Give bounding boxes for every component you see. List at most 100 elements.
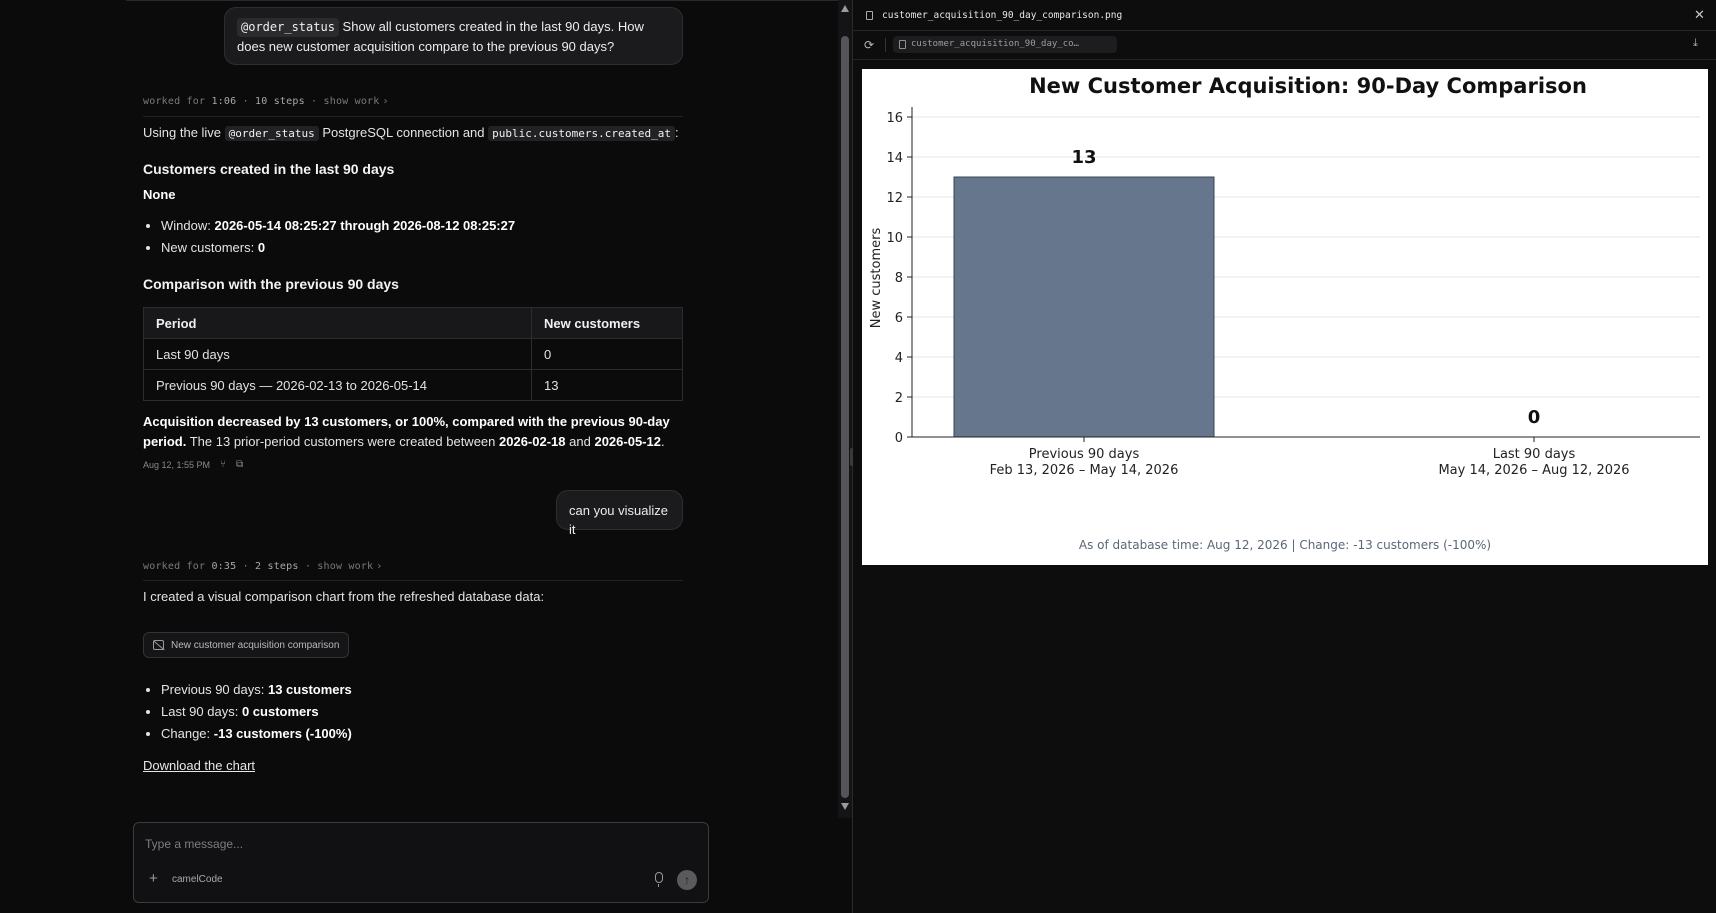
connection-mention[interactable]: @order_status <box>237 18 339 37</box>
send-button[interactable]: ↑ <box>677 870 697 890</box>
add-icon[interactable]: + <box>149 870 158 887</box>
summary-text: The 13 prior-period customers were creat… <box>189 434 496 449</box>
image-icon <box>153 640 164 650</box>
y-tick-label: 16 <box>886 111 903 126</box>
divider <box>143 580 683 581</box>
chart-intro: I created a visual comparison chart from… <box>143 589 545 604</box>
x-tick-label: May 14, 2026 – Aug 12, 2026 <box>1438 463 1629 478</box>
message-meta: Aug 12, 1:55 PM ⑂ ⧉ <box>143 459 243 470</box>
table-header: New customers <box>531 307 683 339</box>
scroll-down-icon[interactable] <box>841 803 849 810</box>
bullet-value: 0 <box>257 240 266 255</box>
x-tick-label: Previous 90 days <box>1029 447 1140 462</box>
chart-title: New Customer Acquisition: 90-Day Compari… <box>1029 74 1587 98</box>
worked-time: 0:35 <box>211 561 237 572</box>
bullet-value: 0 customers <box>241 704 319 719</box>
attachment-label: New customer acquisition comparison <box>171 639 340 651</box>
list-item: Change: -13 customers (-100%) <box>161 723 352 745</box>
list-item: Window: 2026-05-14 08:25:27 through 2026… <box>161 215 515 237</box>
list-item: Last 90 days: 0 customers <box>161 701 352 723</box>
show-work-label: show work <box>317 561 374 572</box>
copy-icon[interactable]: ⧉ <box>236 459 243 470</box>
chart-attachment[interactable]: New customer acquisition comparison <box>143 632 350 658</box>
table-row: Last 90 days 0 <box>143 338 683 370</box>
separator: · <box>304 561 312 572</box>
close-icon[interactable]: ✕ <box>1694 7 1705 23</box>
y-tick-label: 8 <box>895 271 903 286</box>
toolbar-separator <box>885 38 886 52</box>
bullet-value: 13 customers <box>267 682 352 697</box>
fork-icon[interactable]: ⑂ <box>220 459 226 470</box>
section-heading: Comparison with the previous 90 days <box>143 276 399 292</box>
show-work-button[interactable]: show work › <box>324 96 389 107</box>
y-tick-label: 6 <box>895 311 903 326</box>
bar-chart: New Customer Acquisition: 90-Day Compari… <box>869 74 1700 552</box>
summary-date: 2026-05-12 <box>594 434 661 449</box>
table-cell: 0 <box>531 338 683 370</box>
viewer-title-bar: customer_acquisition_90_day_comparison.p… <box>853 0 1716 31</box>
bullet-value: -13 customers (-100%) <box>213 726 352 741</box>
download-icon[interactable]: ⤓ <box>1693 37 1698 50</box>
y-tick-label: 2 <box>895 391 903 406</box>
table-header: Period <box>143 307 532 339</box>
table-row: Previous 90 days — 2026-02-13 to 2026-05… <box>143 369 683 401</box>
assistant-intro: Using the live @order_status PostgreSQL … <box>143 125 679 141</box>
bullet-value: 2026-05-14 08:25:27 through 2026-08-12 0… <box>214 218 516 233</box>
viewer-filename: customer_acquisition_90_day_comparison.p… <box>882 10 1123 21</box>
bullet-label: New customers: <box>161 240 255 255</box>
bullet-label: Previous 90 days: <box>161 682 265 697</box>
worked-time: 1:06 <box>211 96 237 107</box>
summary-text: and <box>569 434 591 449</box>
user-message: @order_status Show all customers created… <box>224 7 683 65</box>
intro-text: : <box>674 125 679 140</box>
worked-steps: 2 steps <box>255 561 299 572</box>
separator: · <box>242 96 249 107</box>
worked-status: worked for 1:06 · 10 steps · show work › <box>143 96 389 107</box>
table-header-row: Period New customers <box>143 307 683 339</box>
download-chart-link[interactable]: Download the chart <box>143 758 255 773</box>
message-composer: Type a message... + camelCode ↑ <box>133 822 709 903</box>
intro-text: PostgreSQL connection and <box>322 125 485 140</box>
scroll-up-icon[interactable] <box>841 5 849 12</box>
chat-scrollbar[interactable] <box>838 0 852 818</box>
none-label: None <box>143 187 176 202</box>
viewer-toolbar: ⟳ customer_acquisition_90_day_co… ⤓ <box>853 31 1716 60</box>
chevron-right-icon: › <box>376 561 383 572</box>
y-tick-label: 4 <box>895 351 903 366</box>
summary-text: . <box>660 434 665 449</box>
summary-paragraph: Acquisition decreased by 13 customers, o… <box>143 412 683 452</box>
column-code: public.customers.created_at <box>488 126 675 141</box>
refresh-icon[interactable]: ⟳ <box>864 38 874 52</box>
divider <box>143 116 683 117</box>
show-work-button[interactable]: show work › <box>317 561 382 572</box>
y-axis-label: New customers <box>869 228 884 329</box>
section-heading: Customers created in the last 90 days <box>143 161 395 177</box>
user-message-text: can you visualize it <box>569 503 668 537</box>
result-list: Previous 90 days: 13 customers Last 90 d… <box>161 679 352 745</box>
worked-steps: 10 steps <box>255 96 305 107</box>
message-input[interactable]: Type a message... <box>145 837 243 851</box>
chat-pane: @order_status Show all customers created… <box>0 0 852 913</box>
table-cell: 13 <box>531 369 683 401</box>
summary-date: 2026-02-18 <box>499 434 566 449</box>
y-tick-label: 12 <box>886 191 903 206</box>
bullet-label: Last 90 days: <box>161 704 239 719</box>
separator: · <box>242 561 249 572</box>
bullet-label: Change: <box>161 726 211 741</box>
chart-image: New Customer Acquisition: 90-Day Compari… <box>862 69 1708 565</box>
list-item: Previous 90 days: 13 customers <box>161 679 352 701</box>
microphone-icon[interactable] <box>655 872 663 887</box>
bar <box>953 176 1215 438</box>
worked-prefix: worked for <box>143 96 206 107</box>
chat-scroll-area[interactable]: @order_status Show all customers created… <box>0 0 840 818</box>
comparison-table: Period New customers Last 90 days 0 Prev… <box>143 307 683 401</box>
worked-prefix: worked for <box>143 561 206 572</box>
table-cell: Last 90 days <box>143 338 532 370</box>
x-tick-label: Last 90 days <box>1493 447 1576 462</box>
model-selector[interactable]: camelCode <box>172 874 223 885</box>
user-message: can you visualize it <box>556 490 683 537</box>
message-timestamp: Aug 12, 1:55 PM <box>143 459 211 470</box>
viewer-url[interactable]: customer_acquisition_90_day_co… <box>893 36 1117 53</box>
intro-text: Using the live <box>143 125 222 140</box>
scrollbar-thumb[interactable] <box>841 36 849 798</box>
